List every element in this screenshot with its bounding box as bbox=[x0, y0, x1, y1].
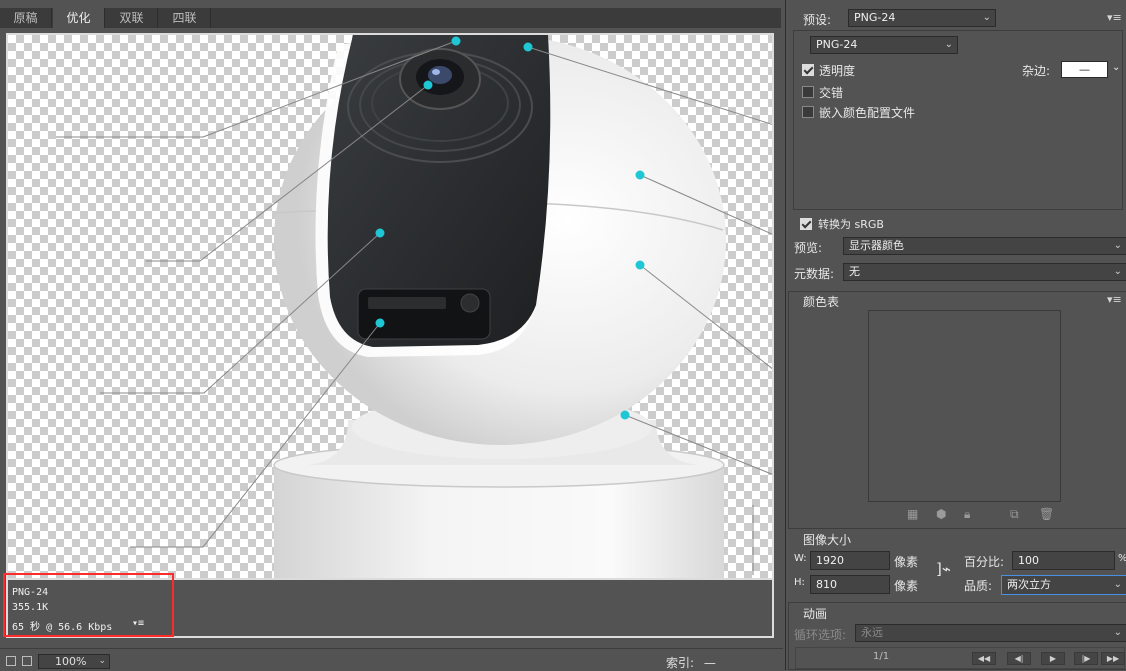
trash-icon[interactable]: 🗑︎ bbox=[1039, 507, 1054, 521]
preset-label: 预设: bbox=[803, 13, 832, 27]
chevron-down-icon: ⌄ bbox=[1113, 579, 1122, 590]
metadata-select[interactable]: 无 ⌄ bbox=[843, 263, 1126, 281]
loop-select[interactable]: 永远 ⌄ bbox=[855, 624, 1126, 642]
view-tabs: 原稿 优化 双联 四联 bbox=[0, 8, 781, 28]
toggle-icon-2[interactable] bbox=[22, 656, 32, 666]
interlaced-checkbox[interactable] bbox=[802, 86, 814, 98]
chevron-down-icon: ⌄ bbox=[1113, 240, 1122, 251]
settings-panel: 预设: PNG-24 ⌄ ▾≡ PNG-24 ⌄ 透明度 杂边: — ⌄ 交错 … bbox=[785, 0, 1126, 670]
quality-value: 两次立方 bbox=[1007, 578, 1051, 591]
chevron-down-icon: ⌄ bbox=[98, 656, 106, 666]
annotation-dot bbox=[635, 260, 645, 270]
chevron-down-icon: ⌄ bbox=[1113, 627, 1122, 638]
interlaced-label: 交错 bbox=[819, 86, 844, 100]
height-input[interactable]: 810 bbox=[810, 575, 890, 594]
index-readout: 索引: — bbox=[666, 654, 716, 671]
format-select[interactable]: PNG-24 ⌄ bbox=[810, 36, 958, 54]
preview-value: 显示器颜色 bbox=[849, 239, 904, 252]
zoom-value: 100% bbox=[55, 655, 87, 668]
status-bar: 100% ⌄ 索引: — bbox=[0, 648, 783, 670]
percent-value: 100 bbox=[1018, 554, 1039, 567]
index-value: — bbox=[703, 656, 716, 670]
transparency-label: 透明度 bbox=[819, 64, 856, 78]
color-table-title: 颜色表 bbox=[803, 295, 840, 309]
height-unit: 像素 bbox=[894, 579, 919, 593]
preset-menu-icon[interactable]: ▾≡ bbox=[1107, 11, 1122, 24]
tab-original[interactable]: 原稿 bbox=[0, 8, 52, 28]
color-table-grid bbox=[868, 310, 1061, 502]
embed-profile-checkbox[interactable] bbox=[802, 106, 814, 118]
image-size-title: 图像大小 bbox=[803, 533, 852, 547]
info-menu-icon[interactable]: ▾≡ bbox=[132, 618, 144, 629]
chevron-down-icon: ⌄ bbox=[944, 39, 953, 50]
percent-input[interactable]: 100 bbox=[1012, 551, 1115, 570]
preview-select[interactable]: 显示器颜色 ⌄ bbox=[843, 237, 1126, 255]
info-download-speed: 65 秒 @ 56.6 Kbps bbox=[12, 622, 113, 633]
chevron-down-icon: ⌄ bbox=[982, 12, 991, 23]
index-label: 索引: bbox=[666, 656, 695, 670]
play-button[interactable]: ▶ bbox=[1041, 652, 1065, 665]
annotation-dot bbox=[523, 42, 533, 52]
percent-label: 百分比: bbox=[964, 555, 1005, 569]
metadata-value: 无 bbox=[849, 265, 860, 278]
map-transparent-icon[interactable]: ▦ bbox=[907, 507, 918, 521]
embed-profile-label: 嵌入颜色配置文件 bbox=[819, 106, 916, 120]
transparency-checkbox[interactable] bbox=[802, 64, 814, 76]
loop-label: 循环选项: bbox=[794, 628, 847, 642]
metadata-label: 元数据: bbox=[794, 267, 835, 281]
annotation-dot bbox=[620, 410, 630, 420]
width-value: 1920 bbox=[816, 554, 844, 567]
info-file-size: 355.1K bbox=[12, 602, 49, 613]
convert-srgb-checkbox[interactable] bbox=[800, 218, 812, 230]
convert-srgb-label: 转换为 sRGB bbox=[818, 218, 884, 231]
chevron-down-icon: ⌄ bbox=[1113, 266, 1122, 277]
last-frame-button[interactable]: ▶▶ bbox=[1101, 652, 1125, 665]
annotation-dot bbox=[375, 318, 385, 328]
info-format: PNG-24 bbox=[12, 587, 49, 598]
prev-frame-button[interactable]: ◀| bbox=[1007, 652, 1031, 665]
width-input[interactable]: 1920 bbox=[810, 551, 890, 570]
zoom-select[interactable]: 100% ⌄ bbox=[38, 654, 110, 669]
first-frame-button[interactable]: ◀◀ bbox=[972, 652, 996, 665]
percent-unit: % bbox=[1118, 553, 1126, 564]
image-preview-canvas[interactable] bbox=[6, 33, 774, 580]
matte-label: 杂边: bbox=[1022, 64, 1051, 78]
height-value: 810 bbox=[816, 578, 837, 591]
tab-4-up[interactable]: 四联 bbox=[159, 8, 211, 28]
color-table-menu-icon[interactable]: ▾≡ bbox=[1107, 293, 1122, 306]
tab-2-up[interactable]: 双联 bbox=[106, 8, 158, 28]
preview-pane: 原稿 优化 双联 四联 PNG-24 355.1K 65 秒 @ 56.6 Kb… bbox=[0, 0, 783, 670]
link-proportions-icon[interactable]: ]⌁ bbox=[936, 560, 951, 578]
lock-icon[interactable]: 🔒︎ bbox=[964, 507, 970, 522]
annotation-dot bbox=[423, 80, 433, 90]
chevron-down-icon[interactable]: ⌄ bbox=[1112, 62, 1120, 73]
quality-select[interactable]: 两次立方 ⌄ bbox=[1001, 575, 1126, 595]
matte-value: — bbox=[1079, 63, 1090, 76]
toggle-icon-1[interactable] bbox=[6, 656, 16, 666]
next-frame-button[interactable]: |▶ bbox=[1074, 652, 1098, 665]
preset-select[interactable]: PNG-24 ⌄ bbox=[848, 9, 996, 27]
preview-label: 预览: bbox=[794, 241, 823, 255]
loop-value: 永远 bbox=[861, 626, 883, 639]
animation-title: 动画 bbox=[803, 607, 828, 621]
web-snap-icon[interactable]: ⬢ bbox=[936, 507, 946, 521]
format-value: PNG-24 bbox=[816, 38, 858, 51]
quality-label: 品质: bbox=[964, 579, 993, 593]
width-unit: 像素 bbox=[894, 555, 919, 569]
preset-value: PNG-24 bbox=[854, 11, 896, 24]
annotation-dot bbox=[375, 228, 385, 238]
height-label: H: bbox=[794, 577, 805, 588]
matte-color-swatch[interactable]: — bbox=[1061, 61, 1108, 78]
new-color-icon[interactable]: ⧉ bbox=[1010, 507, 1019, 522]
camera-product-image bbox=[56, 35, 772, 578]
frame-counter: 1/1 bbox=[873, 651, 890, 662]
annotation-dot bbox=[451, 36, 461, 46]
width-label: W: bbox=[794, 553, 807, 564]
annotation-dot bbox=[635, 170, 645, 180]
tab-optimized[interactable]: 优化 bbox=[53, 8, 105, 28]
